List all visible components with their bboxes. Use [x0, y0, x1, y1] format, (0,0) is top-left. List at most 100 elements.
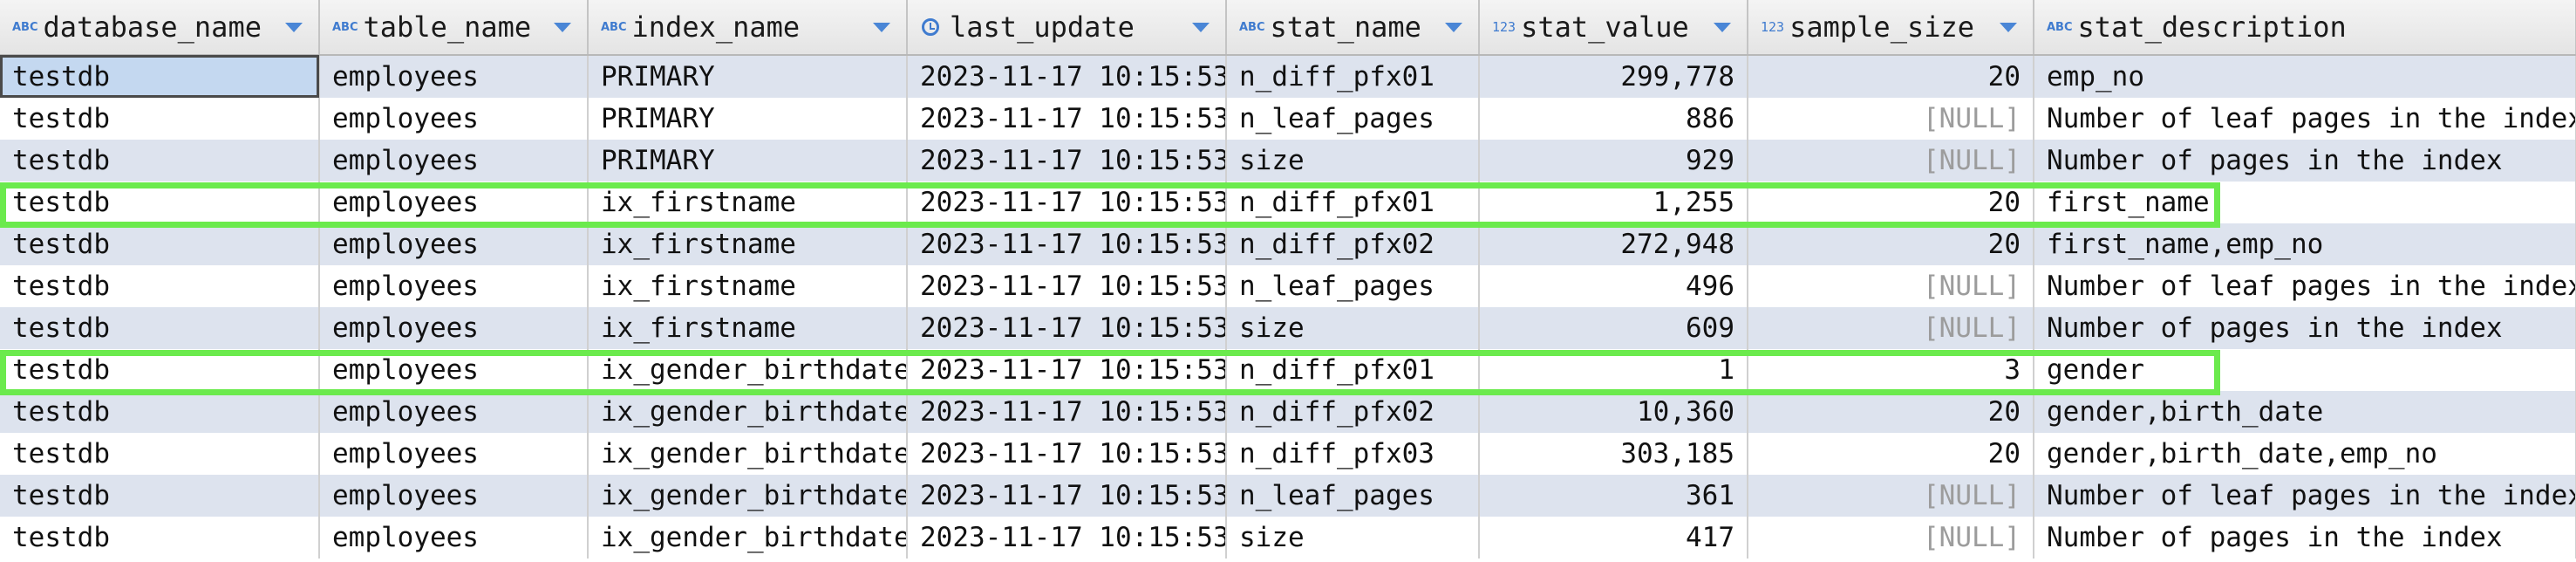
cell-sample-size[interactable]: [NULL] — [1748, 140, 2034, 182]
cell-stat-description[interactable]: emp_no — [2034, 55, 2576, 98]
cell-stat-value[interactable]: 929 — [1479, 140, 1748, 182]
cell-last-update[interactable]: 2023-11-17 10:15:53 — [907, 307, 1227, 349]
cell-stat-description[interactable]: first_name,emp_no — [2034, 223, 2576, 265]
cell-stat-description[interactable]: Number of pages in the index — [2034, 307, 2576, 349]
table-row[interactable]: testdb employees ix_firstname 2023-11-17 10… — [0, 182, 2576, 223]
cell-stat-name[interactable]: n_leaf_pages — [1226, 475, 1480, 517]
cell-last-update[interactable]: 2023-11-17 10:15:53 — [907, 265, 1227, 307]
cell-table-name[interactable]: employees — [319, 98, 589, 140]
cell-stat-description[interactable]: Number of leaf pages in the index — [2034, 265, 2576, 307]
cell-sample-size[interactable]: [NULL] — [1748, 307, 2034, 349]
cell-database-name[interactable]: testdb — [0, 182, 320, 223]
cell-stat-name[interactable]: n_diff_pfx01 — [1226, 182, 1480, 223]
cell-table-name[interactable]: employees — [319, 223, 589, 265]
cell-stat-value[interactable]: 496 — [1479, 265, 1748, 307]
filter-dropdown-icon[interactable] — [2000, 23, 2017, 32]
cell-stat-value[interactable]: 361 — [1479, 475, 1748, 517]
cell-stat-value[interactable]: 10,360 — [1479, 391, 1748, 433]
cell-table-name[interactable]: employees — [319, 475, 589, 517]
table-row[interactable]: testdb employees PRIMARY 2023-11-17 10:15:5… — [0, 55, 2576, 98]
cell-stat-name[interactable]: size — [1226, 140, 1480, 182]
cell-stat-name[interactable]: size — [1226, 517, 1480, 559]
cell-last-update[interactable]: 2023-11-17 10:15:53 — [907, 182, 1227, 223]
table-row[interactable]: testdb employees PRIMARY 2023-11-17 10:15:5… — [0, 140, 2576, 182]
cell-index-name[interactable]: ix_gender_birthdate — [588, 391, 908, 433]
table-row[interactable]: testdb employees ix_gender_birthdate 2023-1… — [0, 349, 2576, 391]
table-row[interactable]: testdb employees ix_gender_birthdate 2023-1… — [0, 433, 2576, 475]
column-header-stat-description[interactable]: ABC stat_description — [2034, 0, 2576, 56]
cell-stat-description[interactable]: gender — [2034, 349, 2576, 391]
cell-stat-name[interactable]: n_diff_pfx02 — [1226, 223, 1480, 265]
cell-database-name[interactable]: testdb — [0, 517, 320, 559]
table-row[interactable]: testdb employees ix_firstname 2023-11-17 10… — [0, 223, 2576, 265]
cell-sample-size[interactable]: [NULL] — [1748, 98, 2034, 140]
table-row[interactable]: testdb employees ix_firstname 2023-11-17 10… — [0, 307, 2576, 349]
cell-stat-value[interactable]: 299,778 — [1479, 55, 1748, 98]
cell-index-name[interactable]: ix_firstname — [588, 307, 908, 349]
cell-index-name[interactable]: PRIMARY — [588, 55, 908, 98]
cell-stat-description[interactable]: Number of leaf pages in the index — [2034, 98, 2576, 140]
cell-index-name[interactable]: ix_gender_birthdate — [588, 349, 908, 391]
cell-last-update[interactable]: 2023-11-17 10:15:53 — [907, 391, 1227, 433]
cell-stat-name[interactable]: n_diff_pfx01 — [1226, 55, 1480, 98]
cell-table-name[interactable]: employees — [319, 265, 589, 307]
cell-index-name[interactable]: ix_firstname — [588, 223, 908, 265]
cell-database-name[interactable]: testdb — [0, 307, 320, 349]
cell-table-name[interactable]: employees — [319, 307, 589, 349]
cell-stat-name[interactable]: n_diff_pfx02 — [1226, 391, 1480, 433]
column-header-sample-size[interactable]: 123 sample_size — [1748, 0, 2034, 56]
cell-index-name[interactable]: ix_firstname — [588, 265, 908, 307]
cell-sample-size[interactable]: 3 — [1748, 349, 2034, 391]
cell-database-name[interactable]: testdb — [0, 391, 320, 433]
cell-last-update[interactable]: 2023-11-17 10:15:53 — [907, 55, 1227, 98]
cell-table-name[interactable]: employees — [319, 517, 589, 559]
cell-sample-size[interactable]: [NULL] — [1748, 265, 2034, 307]
table-row[interactable]: testdb employees PRIMARY 2023-11-17 10:15:5… — [0, 98, 2576, 140]
cell-index-name[interactable]: PRIMARY — [588, 98, 908, 140]
cell-table-name[interactable]: employees — [319, 349, 589, 391]
cell-stat-description[interactable]: Number of pages in the index — [2034, 517, 2576, 559]
cell-stat-value[interactable]: 609 — [1479, 307, 1748, 349]
cell-sample-size[interactable]: 20 — [1748, 55, 2034, 98]
cell-stat-description[interactable]: gender,birth_date — [2034, 391, 2576, 433]
filter-dropdown-icon[interactable] — [1445, 23, 1462, 32]
filter-dropdown-icon[interactable] — [873, 23, 890, 32]
filter-dropdown-icon[interactable] — [554, 23, 571, 32]
cell-sample-size[interactable]: [NULL] — [1748, 517, 2034, 559]
table-row[interactable]: testdb employees ix_gender_birthdate 2023-1… — [0, 517, 2576, 559]
cell-database-name[interactable]: testdb — [0, 55, 320, 98]
cell-stat-description[interactable]: Number of pages in the index — [2034, 140, 2576, 182]
cell-stat-name[interactable]: size — [1226, 307, 1480, 349]
cell-database-name[interactable]: testdb — [0, 140, 320, 182]
cell-stat-description[interactable]: gender,birth_date,emp_no — [2034, 433, 2576, 475]
cell-last-update[interactable]: 2023-11-17 10:15:53 — [907, 517, 1227, 559]
cell-index-name[interactable]: ix_firstname — [588, 182, 908, 223]
cell-index-name[interactable]: ix_gender_birthdate — [588, 517, 908, 559]
table-row[interactable]: testdb employees ix_gender_birthdate 2023-1… — [0, 475, 2576, 517]
cell-sample-size[interactable]: 20 — [1748, 223, 2034, 265]
cell-database-name[interactable]: testdb — [0, 475, 320, 517]
column-header-last-update[interactable]: last_update — [907, 0, 1227, 56]
cell-stat-value[interactable]: 417 — [1479, 517, 1748, 559]
cell-stat-value[interactable]: 886 — [1479, 98, 1748, 140]
column-header-table-name[interactable]: ABC table_name — [319, 0, 589, 56]
cell-stat-name[interactable]: n_diff_pfx01 — [1226, 349, 1480, 391]
cell-last-update[interactable]: 2023-11-17 10:15:53 — [907, 98, 1227, 140]
cell-last-update[interactable]: 2023-11-17 10:15:53 — [907, 223, 1227, 265]
column-header-stat-value[interactable]: 123 stat_value — [1479, 0, 1748, 56]
cell-database-name[interactable]: testdb — [0, 265, 320, 307]
cell-sample-size[interactable]: [NULL] — [1748, 475, 2034, 517]
cell-last-update[interactable]: 2023-11-17 10:15:53 — [907, 140, 1227, 182]
cell-stat-value[interactable]: 303,185 — [1479, 433, 1748, 475]
column-header-index-name[interactable]: ABC index_name — [588, 0, 908, 56]
cell-last-update[interactable]: 2023-11-17 10:15:53 — [907, 475, 1227, 517]
cell-sample-size[interactable]: 20 — [1748, 391, 2034, 433]
cell-index-name[interactable]: ix_gender_birthdate — [588, 433, 908, 475]
filter-dropdown-icon[interactable] — [1192, 23, 1210, 32]
cell-table-name[interactable]: employees — [319, 391, 589, 433]
filter-dropdown-icon[interactable] — [285, 23, 303, 32]
filter-dropdown-icon[interactable] — [1714, 23, 1731, 32]
cell-index-name[interactable]: ix_gender_birthdate — [588, 475, 908, 517]
table-row[interactable]: testdb employees ix_firstname 2023-11-17 10… — [0, 265, 2576, 307]
cell-index-name[interactable]: PRIMARY — [588, 140, 908, 182]
